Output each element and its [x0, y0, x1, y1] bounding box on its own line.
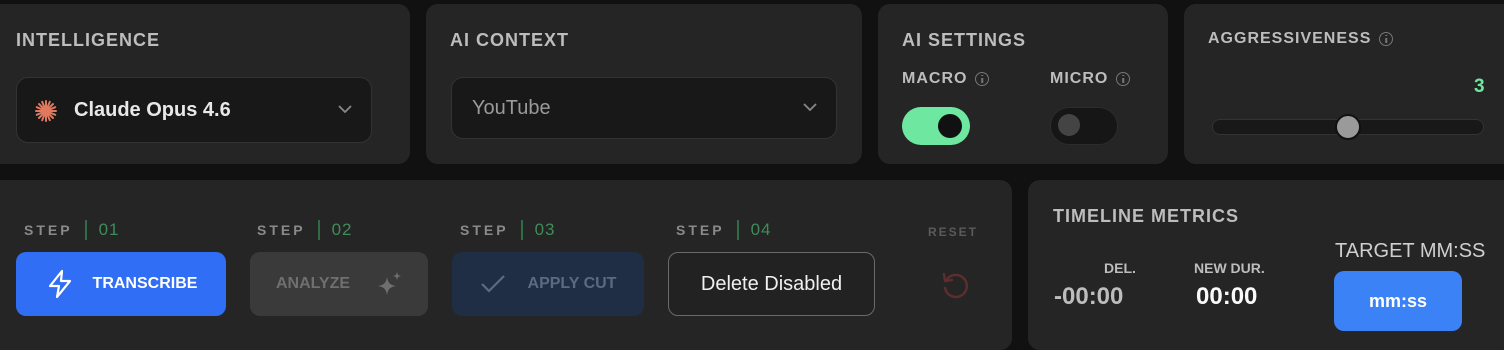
step-divider [520, 220, 523, 240]
analyze-label: ANALYZE [275, 275, 351, 292]
reset-icon[interactable] [940, 270, 970, 305]
aggressiveness-value: 3 [1474, 76, 1485, 97]
del-label: DEL. [1104, 260, 1136, 276]
step-divider [84, 220, 87, 240]
info-icon[interactable] [975, 71, 990, 86]
del-value: -00:00 [1054, 283, 1124, 310]
step-header-04: STEP 04 [676, 220, 772, 240]
step-divider [736, 220, 739, 240]
analyze-button[interactable]: ANALYZE [250, 252, 428, 316]
step-number: 01 [98, 220, 120, 239]
aggressiveness-title-row: AGGRESSIVENESS [1208, 30, 1394, 48]
ai-settings-panel: AI SETTINGS MACRO MICRO [878, 4, 1168, 164]
context-select-value: YouTube [472, 96, 551, 119]
new-dur-value: 00:00 [1196, 283, 1258, 310]
transcribe-button[interactable]: TRANSCRIBE [16, 252, 226, 316]
intelligence-title: INTELLIGENCE [16, 30, 161, 50]
ai-context-title: AI CONTEXT [450, 30, 570, 50]
sparkles-icon [376, 271, 402, 297]
step-number: 04 [750, 220, 772, 239]
target-time-placeholder: mm:ss [1368, 290, 1428, 311]
aggressiveness-panel: AGGRESSIVENESS 3 [1184, 4, 1504, 164]
context-select[interactable]: YouTube [451, 77, 837, 139]
timeline-title: TIMELINE METRICS [1053, 206, 1239, 226]
model-select-value: Claude Opus 4.6 [74, 98, 231, 121]
transcribe-label: TRANSCRIBE [92, 275, 198, 292]
check-icon [480, 274, 506, 294]
macro-toggle[interactable] [902, 107, 970, 145]
chevron-down-icon [802, 99, 818, 117]
step-word: STEP [460, 222, 509, 238]
model-select[interactable]: Claude Opus 4.6 [16, 77, 372, 143]
step-number: 02 [331, 220, 353, 239]
step-number: 03 [534, 220, 556, 239]
toggle-knob [938, 114, 962, 138]
step-divider [317, 220, 320, 240]
info-icon[interactable] [1116, 71, 1131, 86]
chevron-down-icon [337, 101, 353, 119]
step-word: STEP [676, 222, 725, 238]
slider-thumb[interactable] [1335, 114, 1361, 140]
step-word: STEP [257, 222, 306, 238]
micro-toggle[interactable] [1050, 107, 1118, 145]
ai-context-panel: AI CONTEXT YouTube [426, 4, 862, 164]
target-label: TARGET MM:SS [1335, 240, 1486, 262]
micro-label: MICRO [1050, 70, 1109, 87]
step-header-02: STEP 02 [257, 220, 353, 240]
claude-burst-icon [35, 100, 57, 127]
apply-cut-label: APPLY CUT [527, 275, 617, 292]
step-word: STEP [24, 222, 73, 238]
toggle-knob [1058, 114, 1080, 136]
apply-cut-button[interactable]: APPLY CUT [452, 252, 644, 316]
step-header-01: STEP 01 [24, 220, 120, 240]
new-dur-label: NEW DUR. [1194, 260, 1265, 276]
delete-disabled-button[interactable]: Delete Disabled [668, 252, 875, 316]
intelligence-panel: INTELLIGENCE Claude Opus 4.6 [0, 4, 410, 164]
info-icon[interactable] [1379, 31, 1394, 46]
aggressiveness-title: AGGRESSIVENESS [1208, 30, 1372, 47]
macro-label-row: MACRO [902, 70, 990, 88]
reset-label: RESET [928, 225, 979, 239]
delete-disabled-label: Delete Disabled [700, 272, 843, 295]
macro-label: MACRO [902, 70, 968, 87]
target-time-input[interactable]: mm:ss [1334, 271, 1462, 331]
lightning-icon [45, 269, 75, 299]
step-header-03: STEP 03 [460, 220, 556, 240]
workflow-steps-panel: STEP 01 TRANSCRIBE STEP 02 ANALYZE STEP … [0, 180, 1012, 350]
micro-label-row: MICRO [1050, 70, 1131, 88]
timeline-metrics-panel: TIMELINE METRICS DEL. -00:00 NEW DUR. 00… [1028, 180, 1504, 350]
ai-settings-title: AI SETTINGS [902, 30, 1027, 50]
aggressiveness-slider[interactable] [1212, 114, 1484, 140]
